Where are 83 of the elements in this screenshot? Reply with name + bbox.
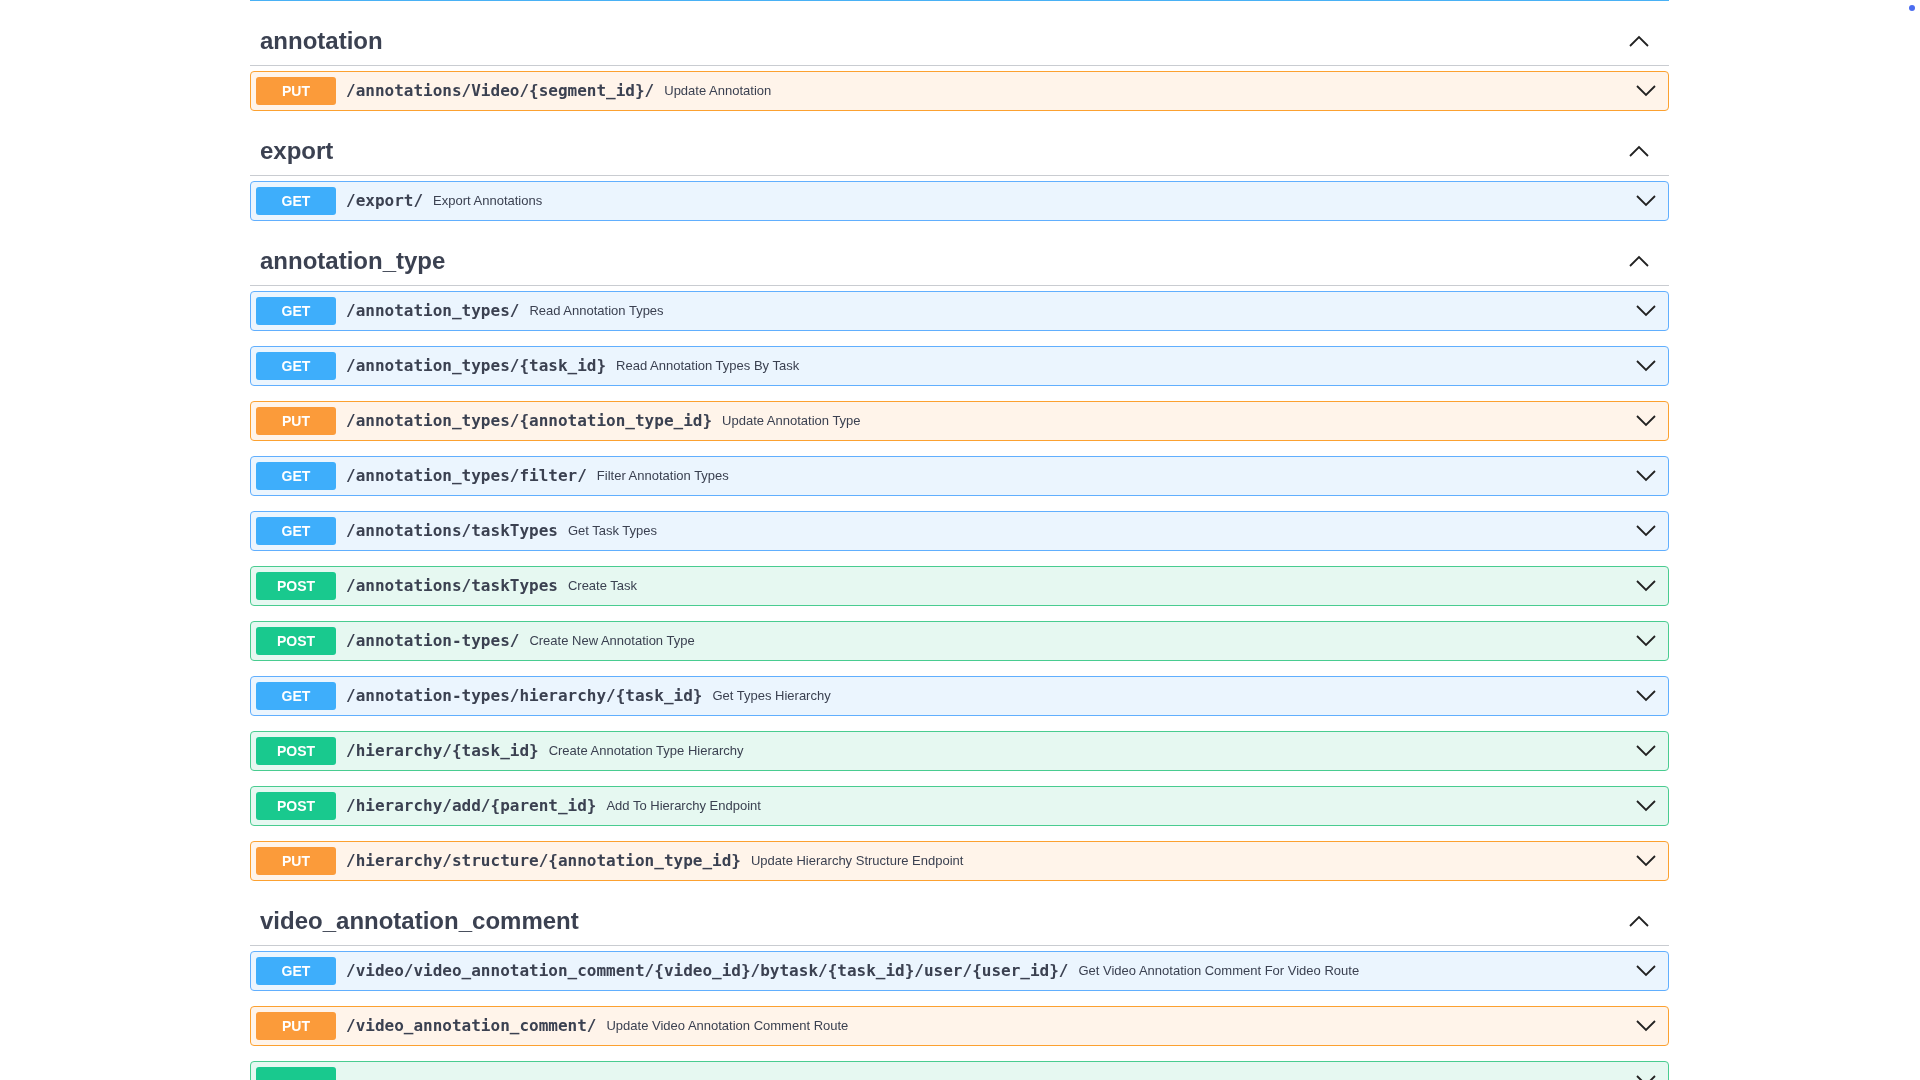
endpoint-path: /annotation_types/{annotation_type_id} <box>346 410 713 432</box>
operation-row[interactable]: GET /annotation-types/hierarchy/{task_id} Get Types Hierarchy <box>250 676 1669 716</box>
endpoint-summary: Create Task <box>567 577 638 596</box>
section-title[interactable]: annotation <box>260 22 383 59</box>
endpoint-path: /video_annotation_comment/ <box>346 1015 597 1037</box>
expand-icon[interactable] <box>1636 965 1656 977</box>
expand-icon[interactable] <box>1636 745 1656 757</box>
endpoint-summary: Update Annotation <box>664 82 772 101</box>
operation-row[interactable]: GET /video/video_annotation_comment/{video_id}/bytask/{task_id}/user/{user_id}/ Get Video Annotation Comment For Video Route <box>250 951 1669 991</box>
section-title[interactable]: video_annotation_comment <box>260 902 579 939</box>
method-badge: GET <box>256 517 336 545</box>
method-badge: GET <box>256 462 336 490</box>
endpoint-path: /annotations/taskTypes <box>346 520 558 542</box>
endpoint-path: /annotation-types/ <box>346 630 520 652</box>
endpoint-path: /hierarchy/{task_id} <box>346 740 539 762</box>
endpoint-path: /annotation_types/ <box>346 300 520 322</box>
endpoint-summary: Create New Annotation Type <box>529 632 695 651</box>
endpoint-summary: Add To Hierarchy Endpoint <box>606 797 761 816</box>
method-badge: PUT <box>256 407 336 435</box>
operation-row[interactable]: GET /annotation_types/filter/ Filter Annotation Types <box>250 456 1669 496</box>
method-badge: GET <box>256 957 336 985</box>
method-badge: GET <box>256 187 336 215</box>
endpoint-path: /hierarchy/add/{parent_id} <box>346 795 597 817</box>
operation-row[interactable]: PUT /hierarchy/structure/{annotation_type_id} Update Hierarchy Structure Endpoint <box>250 841 1669 881</box>
expand-icon[interactable] <box>1636 85 1656 97</box>
method-badge: PUT <box>256 1012 336 1040</box>
endpoint-summary: Update Video Annotation Comment Route <box>606 1017 849 1036</box>
operation-row[interactable]: GET /annotation_types/{task_id} Read Annotation Types By Task <box>250 346 1669 386</box>
endpoint-summary: Read Annotation Types <box>529 302 664 321</box>
method-badge: PUT <box>256 77 336 105</box>
expand-icon[interactable] <box>1636 195 1656 207</box>
endpoint-summary: Get Types Hierarchy <box>712 687 831 706</box>
expand-icon[interactable] <box>1636 470 1656 482</box>
operation-row[interactable]: POST /annotation-types/ Create New Annotation Type <box>250 621 1669 661</box>
endpoint-path: /hierarchy/structure/{annotation_type_id} <box>346 850 741 872</box>
expand-icon[interactable] <box>1636 525 1656 537</box>
endpoint-path: /annotation_types/filter/ <box>346 465 587 487</box>
operation-row[interactable]: PUT /annotation_types/{annotation_type_id} Update Annotation Type <box>250 401 1669 441</box>
expand-icon[interactable] <box>1636 635 1656 647</box>
expand-icon[interactable] <box>1636 855 1656 867</box>
method-badge: GET <box>256 297 336 325</box>
operation-row[interactable]: PUT /annotations/Video/{segment_id}/ Update Annotation <box>250 71 1669 111</box>
operation-row[interactable]: GET /export/ Export Annotations <box>250 181 1669 221</box>
collapse-icon[interactable] <box>1629 254 1649 267</box>
section-title[interactable]: annotation_type <box>260 242 446 279</box>
collapse-icon[interactable] <box>1629 914 1649 927</box>
endpoint-summary: Filter Annotation Types <box>596 467 729 486</box>
endpoint-path: /annotation-types/hierarchy/{task_id} <box>346 685 703 707</box>
endpoint-path: /export/ <box>346 190 424 212</box>
collapse-icon[interactable] <box>1629 34 1649 47</box>
operation-row[interactable]: GET /annotations/taskTypes Get Task Types <box>250 511 1669 551</box>
endpoint-path: /annotations/taskTypes <box>346 575 558 597</box>
endpoint-summary: Create Annotation Type Hierarchy <box>548 742 744 761</box>
method-badge: GET <box>256 682 336 710</box>
expand-icon[interactable] <box>1636 690 1656 702</box>
endpoint-summary: Read Annotation Types By Task <box>616 357 800 376</box>
endpoint-summary: Get Task Types <box>567 522 658 541</box>
endpoint-summary: Update Annotation Type <box>722 412 861 431</box>
endpoint-summary: Export Annotations <box>433 192 543 211</box>
operation-row[interactable]: POST /hierarchy/{task_id} Create Annotation Type Hierarchy <box>250 731 1669 771</box>
expand-icon[interactable] <box>1636 580 1656 592</box>
method-badge: POST <box>256 572 336 600</box>
endpoint-path: /annotation_types/{task_id} <box>346 355 607 377</box>
collapse-icon[interactable] <box>1629 144 1649 157</box>
method-badge: POST <box>256 737 336 765</box>
endpoint-summary: Get Video Annotation Comment For Video Route <box>1078 962 1360 981</box>
operation-row[interactable]: POST /hierarchy/add/{parent_id} Add To Hierarchy Endpoint <box>250 786 1669 826</box>
expand-icon[interactable] <box>1636 305 1656 317</box>
expand-icon[interactable] <box>1636 1020 1656 1032</box>
operation-row[interactable]: POST /annotations/taskTypes Create Task <box>250 566 1669 606</box>
expand-icon[interactable] <box>1636 415 1656 427</box>
method-badge: POST <box>256 627 336 655</box>
section-title[interactable]: export <box>260 132 334 169</box>
expand-icon[interactable] <box>1636 800 1656 812</box>
endpoint-path: /annotations/Video/{segment_id}/ <box>346 80 655 102</box>
operation-row[interactable]: GET /annotation_types/ Read Annotation Types <box>250 291 1669 331</box>
method-badge: PUT <box>256 847 336 875</box>
endpoint-summary: Update Hierarchy Structure Endpoint <box>750 852 964 871</box>
expand-icon[interactable] <box>1636 360 1656 372</box>
operation-row[interactable]: PUT /video_annotation_comment/ Update Video Annotation Comment Route <box>250 1006 1669 1046</box>
method-badge: GET <box>256 352 336 380</box>
endpoint-path: /video/video_annotation_comment/{video_id}/bytask/{task_id}/user/{user_id}/ <box>346 960 1069 982</box>
method-badge: POST <box>256 792 336 820</box>
